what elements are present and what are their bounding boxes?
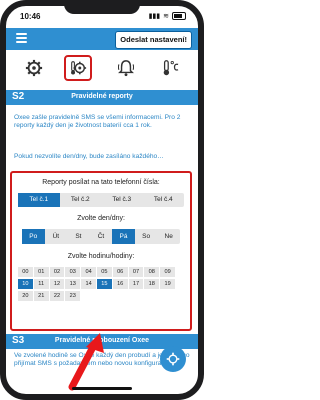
screen: 10:46 ▮▮▮ ≋ Odeslat nastavení! S2 Pravid… bbox=[6, 6, 198, 394]
phone-option[interactable]: Tel č.2 bbox=[60, 193, 102, 207]
section-title: Pravidelné reporty bbox=[71, 93, 133, 100]
hour-option[interactable]: 15 bbox=[96, 279, 112, 289]
hour-option[interactable]: 12 bbox=[49, 279, 65, 289]
app-header: Odeslat nastavení! bbox=[6, 28, 198, 50]
phones-label: Reporty posílat na tato telefonní čísla: bbox=[42, 179, 160, 186]
gear-icon bbox=[166, 352, 180, 366]
thermometer-celsius-icon bbox=[163, 60, 179, 76]
hour-option[interactable]: 03 bbox=[65, 267, 81, 277]
phone-option[interactable]: Tel č.3 bbox=[101, 193, 143, 207]
hours-label: Zvolte hodinu/hodiny: bbox=[67, 253, 135, 260]
hour-option[interactable]: 05 bbox=[96, 267, 112, 277]
help-button[interactable] bbox=[160, 346, 186, 372]
hour-selector: 00 01 02 03 04 05 06 07 08 09 10 11 12 13 14 15 16 17 18 19… bbox=[18, 267, 176, 301]
hour-option[interactable]: 13 bbox=[65, 279, 81, 289]
hour-option[interactable]: 08 bbox=[144, 267, 160, 277]
hour-option[interactable]: 21 bbox=[33, 291, 49, 301]
home-indicator bbox=[72, 387, 132, 390]
section-s2-description: Oxee zašle pravidelně SMS se všemi infor… bbox=[14, 114, 181, 130]
menu-icon[interactable] bbox=[16, 33, 27, 45]
bell-icon bbox=[118, 60, 134, 77]
status-time: 10:46 bbox=[20, 12, 41, 21]
phone-option[interactable]: Tel č.4 bbox=[143, 193, 185, 207]
hour-option[interactable]: 09 bbox=[160, 267, 175, 277]
hour-option[interactable]: 07 bbox=[128, 267, 144, 277]
hour-option[interactable]: 19 bbox=[160, 279, 175, 289]
hour-option[interactable]: 10 bbox=[18, 279, 33, 289]
hour-option[interactable]: 17 bbox=[128, 279, 144, 289]
report-config-panel: Reporty posílat na tato telefonní čísla:… bbox=[10, 171, 192, 331]
signal-icon: ▮▮▮ bbox=[148, 13, 161, 20]
gear-icon bbox=[25, 59, 43, 77]
hour-option[interactable]: 20 bbox=[18, 291, 33, 301]
day-selector: Po Út St Čt Pá So Ne bbox=[22, 229, 180, 244]
tab-thermometer[interactable] bbox=[156, 55, 184, 81]
day-option[interactable]: Ne bbox=[157, 229, 180, 244]
hour-option[interactable]: 18 bbox=[144, 279, 160, 289]
temperature-gear-icon bbox=[71, 61, 87, 75]
hour-option[interactable]: 02 bbox=[49, 267, 65, 277]
hour-option[interactable]: 04 bbox=[81, 267, 96, 277]
days-label: Zvolte den/dny: bbox=[77, 215, 125, 222]
day-option[interactable]: Út bbox=[45, 229, 68, 244]
hour-option[interactable]: 16 bbox=[112, 279, 128, 289]
phone: 10:46 ▮▮▮ ≋ Odeslat nastavení! S2 Pravid… bbox=[0, 0, 204, 400]
day-option[interactable]: Po bbox=[22, 229, 45, 244]
section-s2-bar: S2 Pravidelné reporty bbox=[6, 90, 198, 105]
wifi-icon: ≋ bbox=[163, 13, 169, 20]
day-option[interactable]: Pá bbox=[112, 229, 135, 244]
send-settings-button[interactable]: Odeslat nastavení! bbox=[115, 31, 192, 49]
hour-option[interactable]: 11 bbox=[33, 279, 49, 289]
tab-bell[interactable] bbox=[112, 55, 140, 81]
hour-option[interactable]: 00 bbox=[18, 267, 33, 277]
section-s2-note: Pokud nezvolíte den/dny, bude zasíláno k… bbox=[14, 153, 164, 160]
day-option[interactable]: Čt bbox=[90, 229, 113, 244]
day-option[interactable]: So bbox=[135, 229, 158, 244]
day-option[interactable]: St bbox=[67, 229, 90, 244]
hour-option[interactable]: 01 bbox=[33, 267, 49, 277]
status-icons: ▮▮▮ ≋ bbox=[149, 12, 186, 20]
phone-selector: Tel č.1 Tel č.2 Tel č.3 Tel č.4 bbox=[18, 193, 184, 207]
tab-temperature-gear[interactable] bbox=[64, 55, 92, 81]
phone-option[interactable]: Tel č.1 bbox=[18, 193, 60, 207]
hour-option[interactable]: 14 bbox=[81, 279, 96, 289]
icon-tabs bbox=[6, 52, 198, 86]
hour-option[interactable]: 06 bbox=[112, 267, 128, 277]
annotation-arrow-icon bbox=[68, 333, 104, 391]
battery-icon bbox=[172, 12, 186, 20]
tab-gear[interactable] bbox=[20, 55, 48, 81]
phone-notch bbox=[64, 0, 140, 14]
hour-option[interactable]: 23 bbox=[65, 291, 81, 301]
hour-option[interactable]: 22 bbox=[49, 291, 65, 301]
